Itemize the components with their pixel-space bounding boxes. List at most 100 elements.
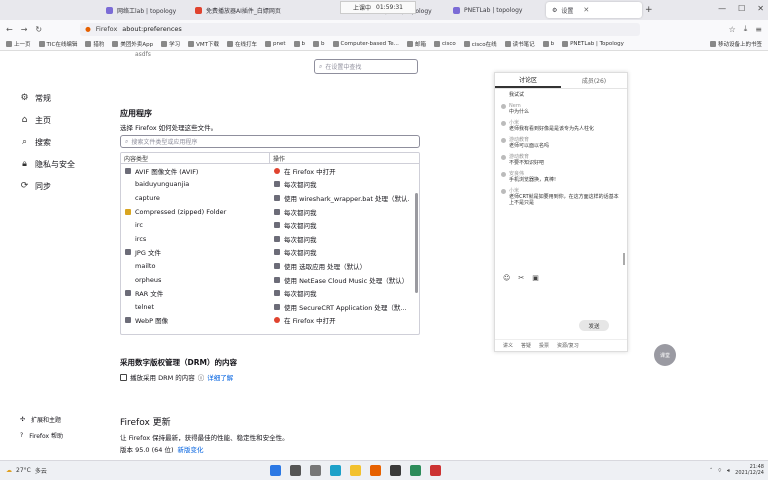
close-window-icon[interactable]: ✕ xyxy=(757,4,764,13)
maximize-icon[interactable]: ☐ xyxy=(738,4,745,13)
app-icon[interactable] xyxy=(410,465,421,476)
action-cell[interactable]: 每次都问我 xyxy=(270,234,410,244)
table-row[interactable]: Compressed (zipped) Folder 每次都问我 xyxy=(121,205,419,219)
sidebar-item-home[interactable]: ⌂ 主页 xyxy=(20,109,100,131)
browser-tab[interactable]: 免费播放器AI插件_白嫖网页 xyxy=(189,2,285,18)
extensions-link[interactable]: ✣ 扩展和主题 xyxy=(20,411,63,427)
emoji-icon[interactable]: ☺ xyxy=(503,274,510,282)
table-row[interactable]: baiduyunguanjia 每次都问我 xyxy=(121,178,419,192)
sidebar-item-sync[interactable]: ⟳ 同步 xyxy=(20,175,100,197)
action-cell[interactable]: 每次都问我 xyxy=(270,179,410,189)
table-row[interactable]: JPG 文件 每次都问我 xyxy=(121,246,419,260)
action-cell[interactable]: 在 Firefox 中打开 xyxy=(270,315,410,325)
close-icon[interactable]: ✕ xyxy=(583,6,589,14)
sidebar-item-privacy[interactable]: 🔒︎ 隐私与安全 xyxy=(20,153,100,175)
edge-icon[interactable] xyxy=(330,465,341,476)
network-icon[interactable]: ⌔ xyxy=(717,468,722,474)
bookmark-item[interactable]: b xyxy=(542,41,554,47)
send-button[interactable]: 发送 xyxy=(579,320,609,331)
bookmark-item[interactable]: 读书笔记 xyxy=(504,40,535,48)
tab-members[interactable]: 成员(26) xyxy=(561,73,627,88)
browser-tab-settings[interactable]: ⚙ 设置 ✕ xyxy=(546,2,642,18)
table-row[interactable]: capture 使用 wireshark_wrapper.bat 处理（默认... xyxy=(121,191,419,205)
bookmark-item[interactable]: 邮箱 xyxy=(406,40,426,48)
forward-icon[interactable]: → xyxy=(21,25,28,34)
sidebar-item-search[interactable]: ⌕ 搜索 xyxy=(20,131,100,153)
action-cell[interactable]: 每次都问我 xyxy=(270,247,410,257)
bookmark-item[interactable]: b xyxy=(313,41,325,47)
bookmark-item[interactable]: 学习 xyxy=(161,40,180,48)
scrollbar[interactable] xyxy=(623,253,625,265)
help-link[interactable]: ? Firefox 帮助 xyxy=(20,427,63,443)
app-icon[interactable] xyxy=(430,465,441,476)
column-header-action[interactable]: 操作 xyxy=(270,153,285,163)
chat-footer-item[interactable]: 答疑 xyxy=(521,342,531,349)
table-row[interactable]: ircs 每次都问我 xyxy=(121,232,419,246)
table-row[interactable]: AVIF 图像文件 (AVIF) 在 Firefox 中打开 xyxy=(121,164,419,178)
chat-footer-item[interactable]: 讲义 xyxy=(503,342,513,349)
star-icon[interactable]: ☆ xyxy=(729,25,736,34)
bookmark-item[interactable]: cisco在线 xyxy=(463,40,497,48)
firefox-icon[interactable] xyxy=(370,465,381,476)
windows-start-icon[interactable] xyxy=(270,465,281,476)
weather-widget[interactable]: ☁ 27°C 多云 xyxy=(0,466,47,475)
table-row[interactable]: RAR 文件 每次都问我 xyxy=(121,286,419,300)
action-cell[interactable]: 使用 NetEase Cloud Music 处理（默认） xyxy=(270,275,410,285)
bookmark-item[interactable]: pnet xyxy=(265,41,286,47)
action-cell[interactable]: 使用 选取应用 处理（默认） xyxy=(270,261,410,271)
bookmark-item[interactable]: PNETLab | Topology xyxy=(562,41,624,47)
volume-icon[interactable]: 🔊︎ xyxy=(727,468,730,474)
explorer-icon[interactable] xyxy=(350,465,361,476)
scissors-icon[interactable]: ✂ xyxy=(518,274,524,282)
action-cell[interactable]: 每次都问我 xyxy=(270,288,410,298)
bookmark-item[interactable]: 美团外卖App xyxy=(112,40,153,48)
reload-icon[interactable]: ↻ xyxy=(35,25,42,34)
drm-checkbox[interactable] xyxy=(120,373,127,381)
learn-more-link[interactable]: 详细了解 xyxy=(207,372,233,382)
table-row[interactable]: irc 每次都问我 xyxy=(121,218,419,232)
scrollbar[interactable] xyxy=(415,193,418,293)
tab-discussion[interactable]: 讨论区 xyxy=(495,73,561,88)
bookmark-icon xyxy=(313,41,320,47)
image-icon[interactable]: ▣ xyxy=(532,274,539,282)
back-icon[interactable]: ← xyxy=(6,25,13,34)
table-row[interactable]: telnet 使用 SecureCRT Application 处理（默... xyxy=(121,300,419,314)
new-tab-button[interactable]: + xyxy=(645,5,653,15)
bookmark-item[interactable]: 在线打车 xyxy=(227,40,257,48)
table-row[interactable]: orpheus 使用 NetEase Cloud Music 处理（默认） xyxy=(121,273,419,287)
browser-tab[interactable]: 网络工lab | topology xyxy=(100,2,186,18)
menu-icon[interactable]: ≡ xyxy=(755,25,762,34)
floating-bubble[interactable]: 课堂 xyxy=(654,344,676,366)
bookmark-item[interactable]: b xyxy=(293,41,305,47)
minimize-icon[interactable]: — xyxy=(718,4,726,13)
applications-filter-input[interactable]: ⌕ 搜索文件类型或应用程序 xyxy=(120,135,420,148)
bookmark-item[interactable]: TIC在线编辑 xyxy=(38,40,77,48)
bookmark-item[interactable]: 上一页 xyxy=(6,40,31,48)
chevron-up-icon[interactable]: ˄ xyxy=(710,468,713,474)
bookmark-item[interactable]: cisco xyxy=(433,41,456,47)
clock[interactable]: 21:48 2021/12/24 xyxy=(735,464,764,476)
whats-new-link[interactable]: 新版变化 xyxy=(178,444,204,454)
action-cell[interactable]: 每次都问我 xyxy=(270,220,410,230)
bookmark-item[interactable]: 猎豹 xyxy=(85,40,104,48)
table-row[interactable]: WebP 图像在 Firefox 中打开 xyxy=(121,314,419,328)
taskview-icon[interactable] xyxy=(310,465,321,476)
bookmark-item[interactable]: VMT下载 xyxy=(188,40,219,48)
sidebar-item-general[interactable]: ⚙ 常规 xyxy=(20,87,100,109)
column-header-type[interactable]: 内容类型 xyxy=(121,153,270,163)
action-cell[interactable]: 使用 SecureCRT Application 处理（默... xyxy=(270,302,410,312)
action-cell[interactable]: 在 Firefox 中打开 xyxy=(270,166,410,176)
app-icon[interactable] xyxy=(390,465,401,476)
address-bar[interactable]: ● Firefox about:preferences xyxy=(80,22,641,36)
chat-footer-item[interactable]: 投票 xyxy=(539,342,549,349)
search-icon[interactable] xyxy=(290,465,301,476)
action-cell[interactable]: 使用 wireshark_wrapper.bat 处理（默认... xyxy=(270,193,410,203)
downloads-icon[interactable]: ⤓ xyxy=(744,24,748,34)
bookmark-item[interactable]: Computer-based Te... xyxy=(332,41,399,47)
other-bookmarks[interactable]: 移动设备上的书签 xyxy=(709,40,762,48)
table-row[interactable]: mailto 使用 选取应用 处理（默认） xyxy=(121,259,419,273)
action-cell[interactable]: 每次都问我 xyxy=(270,207,410,217)
browser-tab[interactable]: PNETLab | topology xyxy=(447,2,543,18)
settings-search-input[interactable]: ⌕ 在设置中查找 xyxy=(314,59,418,74)
chat-footer-item[interactable]: 资源/复习 xyxy=(557,342,579,349)
